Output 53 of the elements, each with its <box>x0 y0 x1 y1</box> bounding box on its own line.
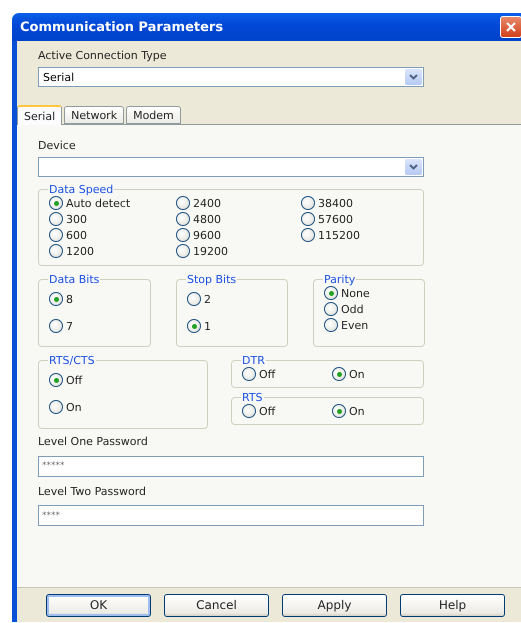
group-title: Data Speed <box>48 183 114 196</box>
radio-option[interactable]: Even <box>324 318 424 332</box>
group-title: DTR <box>241 354 266 367</box>
window-title: Communication Parameters <box>20 20 224 34</box>
radio-option[interactable]: 9600 <box>176 228 299 242</box>
radio-option[interactable]: Auto detect <box>49 196 174 210</box>
field-label: Device <box>38 139 77 154</box>
connection-type-select[interactable]: Serial <box>38 67 424 87</box>
radio-option[interactable]: Off <box>49 373 207 387</box>
field-label: Active Connection Type <box>38 49 168 64</box>
group-title: RTS/CTS <box>48 354 96 367</box>
radio-option[interactable]: 1 <box>187 319 287 333</box>
group-title: Stop Bits <box>186 273 238 286</box>
radio-option[interactable]: 8 <box>49 292 150 306</box>
radio-option[interactable]: 600 <box>49 228 174 242</box>
radio-option[interactable]: On <box>49 400 207 414</box>
chevron-icon <box>409 74 418 80</box>
field-label: Level One Password <box>38 435 149 450</box>
dialog-button[interactable]: OK <box>46 594 151 616</box>
group-title: RTS <box>241 391 264 404</box>
close-icon <box>505 21 517 33</box>
device-select[interactable] <box>38 157 424 177</box>
dropdown-button[interactable] <box>405 159 422 175</box>
field-label: Level Two Password <box>38 484 148 500</box>
dialog-button[interactable]: Help <box>400 594 505 616</box>
dialog-button[interactable]: Apply <box>282 594 387 616</box>
radio-option[interactable]: 38400 <box>301 196 423 210</box>
radio-option[interactable]: 7 <box>49 319 150 333</box>
password-field[interactable]: ***** <box>38 456 424 476</box>
chevron-icon <box>409 164 418 170</box>
group-title: Parity <box>323 273 356 286</box>
dropdown-button[interactable] <box>405 69 422 85</box>
radio-option[interactable]: None <box>324 286 424 300</box>
radio-option[interactable]: Off <box>242 367 332 381</box>
radio-option[interactable]: 2400 <box>176 196 299 210</box>
radio-option[interactable]: 1200 <box>49 244 174 258</box>
tab[interactable]: Serial <box>17 105 62 125</box>
tab[interactable]: Network <box>64 106 124 124</box>
tab[interactable]: Modem <box>126 106 181 124</box>
radio-option[interactable]: Odd <box>324 302 424 316</box>
radio-option[interactable]: On <box>332 404 422 418</box>
dialog-button[interactable]: Cancel <box>164 594 269 616</box>
close-button[interactable] <box>500 16 521 38</box>
radio-option[interactable]: Off <box>242 404 332 418</box>
radio-option[interactable]: 57600 <box>301 212 423 226</box>
radio-option[interactable]: 19200 <box>176 244 299 258</box>
radio-option[interactable]: 115200 <box>301 228 423 242</box>
radio-option[interactable]: 300 <box>49 212 174 226</box>
password-field[interactable]: **** <box>38 505 424 526</box>
radio-option[interactable]: 2 <box>187 292 287 306</box>
radio-option[interactable]: 4800 <box>176 212 299 226</box>
radio-option[interactable]: On <box>332 367 422 381</box>
group-title: Data Bits <box>48 273 100 286</box>
